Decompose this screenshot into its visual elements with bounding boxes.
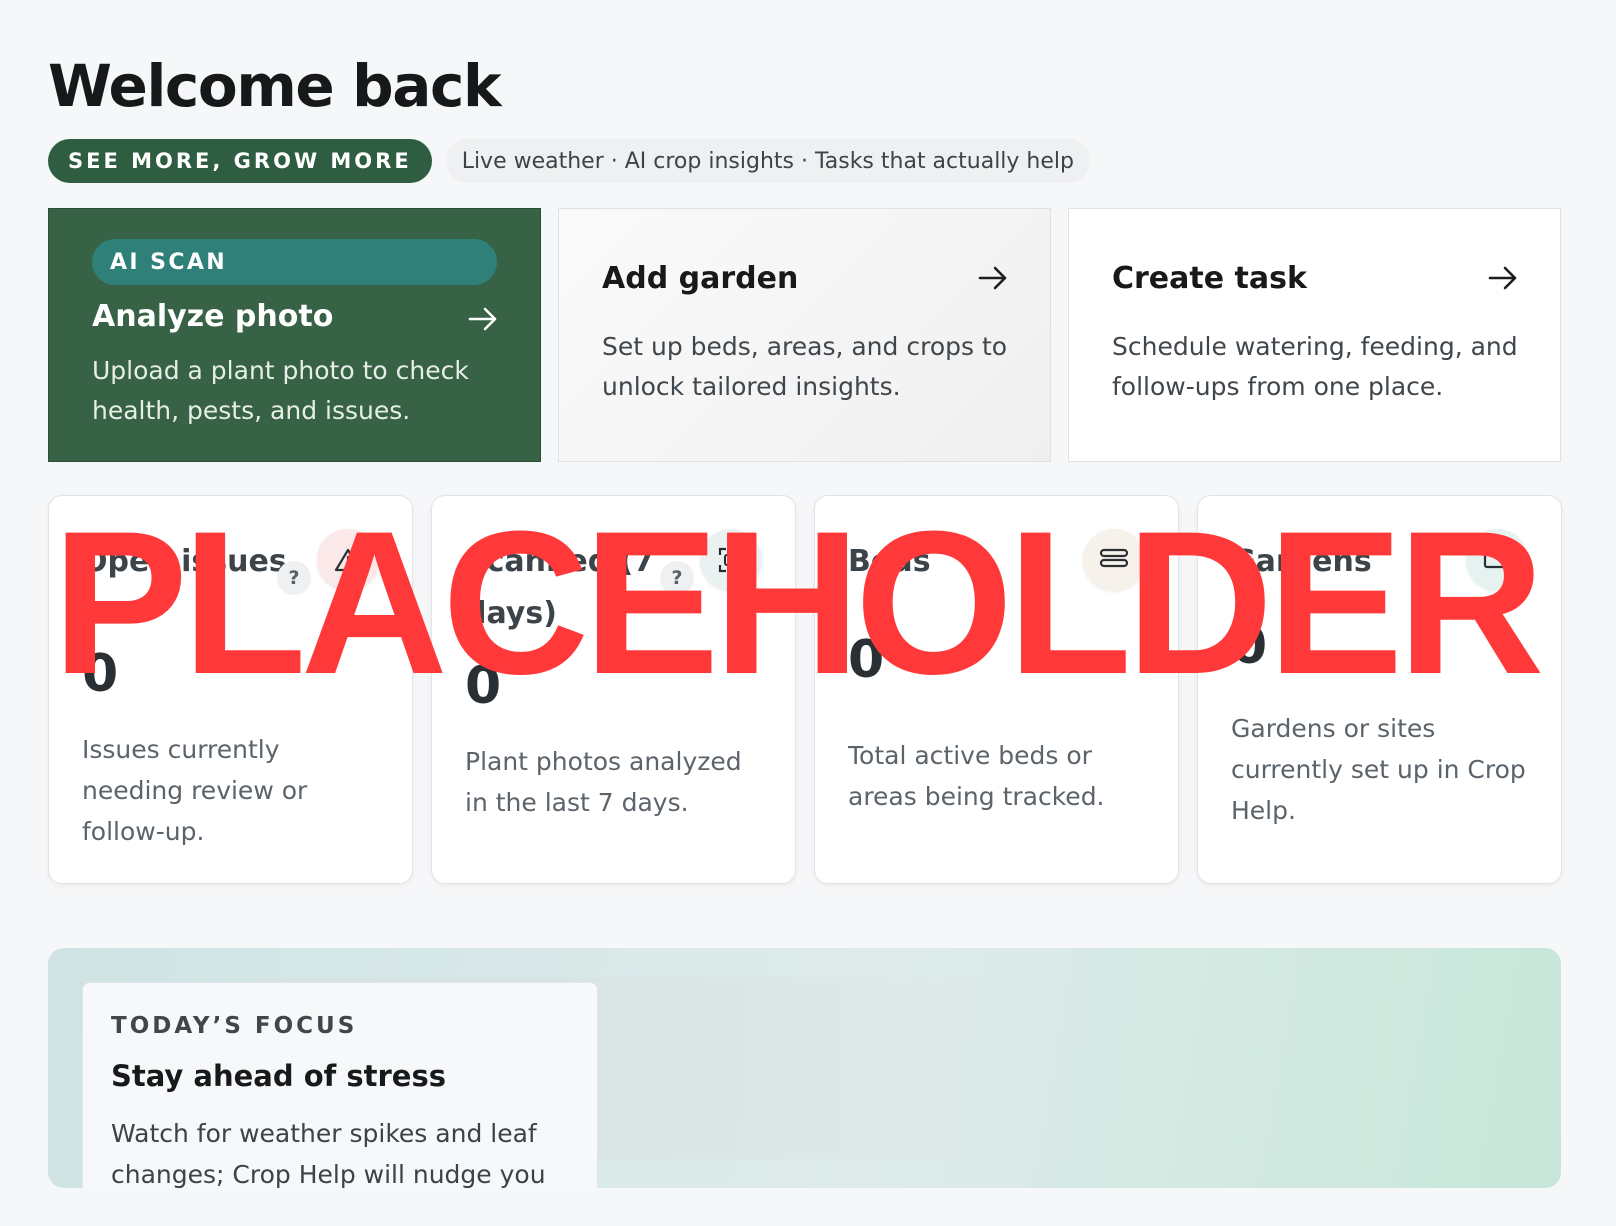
- focus-description: Watch for weather spikes and leaf change…: [111, 1119, 546, 1188]
- ai-scan-pill: AI SCAN: [92, 239, 497, 285]
- stat-label: Scanned (7 days): [465, 544, 655, 631]
- beds-icon: [1083, 529, 1145, 591]
- help-icon[interactable]: ?: [277, 561, 311, 595]
- stat-description: Plant photos analyzed in the last 7 days…: [465, 747, 742, 817]
- stat-label: Open issues: [82, 544, 287, 579]
- focus-title: Stay ahead of stress: [111, 1059, 446, 1093]
- arrow-right-icon: [1488, 266, 1517, 290]
- stat-value: 0: [848, 630, 885, 690]
- warning-icon: [317, 529, 379, 591]
- header-badges: SEE MORE, GROW MORE Live weather · AI cr…: [48, 139, 1090, 183]
- card-title: Analyze photo: [92, 299, 334, 334]
- card-title: Add garden: [602, 261, 799, 296]
- stat-description: Issues currently needing review or follo…: [82, 735, 308, 846]
- create-task-card[interactable]: Create task Schedule watering, feeding, …: [1068, 208, 1561, 462]
- stat-value: 0: [465, 656, 502, 716]
- stat-card-beds[interactable]: Beds 0 Total active beds or areas being …: [814, 495, 1179, 884]
- stat-label: Gardens: [1231, 544, 1372, 579]
- arrow-right-icon: [978, 266, 1007, 290]
- stat-value: 0: [82, 644, 119, 704]
- stat-description: Gardens or sites currently set up in Cro…: [1231, 714, 1526, 825]
- page-title: Welcome back: [48, 52, 502, 120]
- scan-icon: [700, 529, 762, 591]
- stat-card-gardens[interactable]: Gardens 0 Gardens or sites currently set…: [1197, 495, 1562, 884]
- stat-card-scanned[interactable]: Scanned (7 days) ? 0 Plant photos analyz…: [431, 495, 796, 884]
- focus-kicker: TODAY’S FOCUS: [111, 1013, 358, 1039]
- features-badge: Live weather · AI crop insights · Tasks …: [445, 139, 1090, 183]
- tagline-badge: SEE MORE, GROW MORE: [48, 139, 432, 183]
- focus-banner: TODAY’S FOCUS Stay ahead of stress Watch…: [48, 948, 1561, 1188]
- garden-icon: [1466, 529, 1528, 591]
- add-garden-card[interactable]: Add garden Set up beds, areas, and crops…: [558, 208, 1051, 462]
- stat-value: 0: [1231, 616, 1268, 676]
- help-icon[interactable]: ?: [660, 561, 694, 595]
- card-description: Upload a plant photo to check health, pe…: [92, 356, 469, 425]
- stat-label: Beds: [848, 544, 931, 579]
- stat-description: Total active beds or areas being tracked…: [848, 741, 1105, 811]
- card-title: Create task: [1112, 261, 1307, 296]
- arrow-right-icon: [468, 307, 497, 331]
- dashboard-page: Welcome back SEE MORE, GROW MORE Live we…: [0, 0, 1616, 1226]
- focus-card: TODAY’S FOCUS Stay ahead of stress Watch…: [82, 982, 598, 1188]
- stat-card-open-issues[interactable]: Open issues ? 0 Issues currently needing…: [48, 495, 413, 884]
- analyze-photo-card[interactable]: AI SCAN Analyze photo Upload a plant pho…: [48, 208, 541, 462]
- card-description: Schedule watering, feeding, and follow-u…: [1112, 332, 1518, 401]
- card-description: Set up beds, areas, and crops to unlock …: [602, 332, 1008, 401]
